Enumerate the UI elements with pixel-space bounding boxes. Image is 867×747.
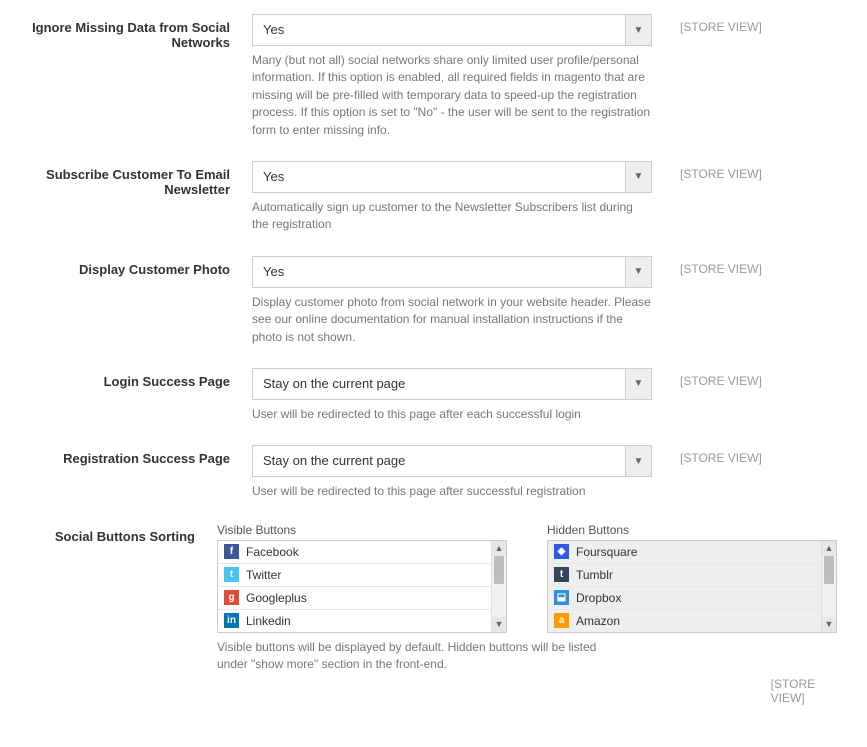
display-photo-select[interactable]: Yes ▼ — [252, 256, 652, 288]
hidden-buttons-listbox[interactable]: ◆ Foursquare t Tumblr ⬓ Dropbox a Amazon ▲ ▼ — [547, 540, 837, 633]
chevron-down-icon: ▼ — [625, 446, 651, 476]
scope-label: [STORE VIEW] — [652, 256, 762, 276]
list-item[interactable]: t Twitter — [218, 564, 491, 587]
list-item-label: Tumblr — [576, 568, 613, 582]
twitter-icon: t — [224, 567, 239, 582]
facebook-icon: f — [224, 544, 239, 559]
list-item[interactable]: f Facebook — [218, 541, 491, 564]
subscribe-newsletter-label: Subscribe Customer To Email Newsletter — [30, 161, 252, 197]
dropbox-icon: ⬓ — [554, 590, 569, 605]
scope-label: [STORE VIEW] — [652, 445, 762, 465]
list-item[interactable]: a Amazon — [548, 610, 821, 633]
ignore-missing-select[interactable]: Yes ▼ — [252, 14, 652, 46]
visible-buttons-listbox[interactable]: f Facebook t Twitter g Googleplus in Linkedin ▲… — [217, 540, 507, 633]
display-photo-help: Display customer photo from social netwo… — [252, 294, 652, 346]
scroll-up-icon[interactable]: ▲ — [822, 541, 836, 556]
hidden-buttons-title: Hidden Buttons — [547, 523, 837, 537]
scroll-up-icon[interactable]: ▲ — [492, 541, 506, 556]
select-value: Yes — [253, 15, 625, 45]
list-item-label: Twitter — [246, 568, 281, 582]
registration-success-help: User will be redirected to this page aft… — [252, 483, 652, 500]
select-value: Yes — [253, 162, 625, 192]
scope-label: [STORE VIEW] — [652, 14, 762, 34]
list-item[interactable]: g Googleplus — [218, 587, 491, 610]
login-success-help: User will be redirected to this page aft… — [252, 406, 652, 423]
subscribe-newsletter-help: Automatically sign up customer to the Ne… — [252, 199, 652, 234]
social-sorting-help: Visible buttons will be displayed by def… — [217, 639, 617, 674]
visible-buttons-title: Visible Buttons — [217, 523, 507, 537]
googleplus-icon: g — [224, 590, 239, 605]
list-item-label: Amazon — [576, 614, 620, 628]
chevron-down-icon: ▼ — [625, 15, 651, 45]
scroll-down-icon[interactable]: ▼ — [822, 617, 836, 632]
foursquare-icon: ◆ — [554, 544, 569, 559]
scroll-thumb[interactable] — [824, 556, 834, 584]
select-value: Stay on the current page — [253, 369, 625, 399]
scroll-down-icon[interactable]: ▼ — [492, 617, 506, 632]
display-photo-label: Display Customer Photo — [30, 256, 252, 277]
list-item-label: Googleplus — [246, 591, 307, 605]
scrollbar[interactable]: ▲ ▼ — [491, 541, 506, 632]
login-success-label: Login Success Page — [30, 368, 252, 389]
ignore-missing-help: Many (but not all) social networks share… — [252, 52, 652, 139]
login-success-select[interactable]: Stay on the current page ▼ — [252, 368, 652, 400]
linkedin-icon: in — [224, 613, 239, 628]
scope-label: [STORE VIEW] — [652, 161, 762, 181]
list-item[interactable]: in Linkedin — [218, 610, 491, 633]
amazon-icon: a — [554, 613, 569, 628]
scope-label: [STORE VIEW] — [652, 368, 762, 388]
list-item[interactable]: ◆ Foursquare — [548, 541, 821, 564]
select-value: Stay on the current page — [253, 446, 625, 476]
scope-label: [STORE VIEW] — [743, 671, 837, 705]
ignore-missing-label: Ignore Missing Data from Social Networks — [30, 14, 252, 50]
select-value: Yes — [253, 257, 625, 287]
subscribe-newsletter-select[interactable]: Yes ▼ — [252, 161, 652, 193]
registration-success-label: Registration Success Page — [30, 445, 252, 466]
chevron-down-icon: ▼ — [625, 257, 651, 287]
chevron-down-icon: ▼ — [625, 369, 651, 399]
list-item-label: Foursquare — [576, 545, 637, 559]
scrollbar[interactable]: ▲ ▼ — [821, 541, 836, 632]
list-item[interactable]: ⬓ Dropbox — [548, 587, 821, 610]
list-item[interactable]: t Tumblr — [548, 564, 821, 587]
scroll-thumb[interactable] — [494, 556, 504, 584]
tumblr-icon: t — [554, 567, 569, 582]
chevron-down-icon: ▼ — [625, 162, 651, 192]
list-item-label: Dropbox — [576, 591, 621, 605]
list-item-label: Linkedin — [246, 614, 291, 628]
registration-success-select[interactable]: Stay on the current page ▼ — [252, 445, 652, 477]
list-item-label: Facebook — [246, 545, 299, 559]
social-sorting-label: Social Buttons Sorting — [30, 523, 217, 544]
